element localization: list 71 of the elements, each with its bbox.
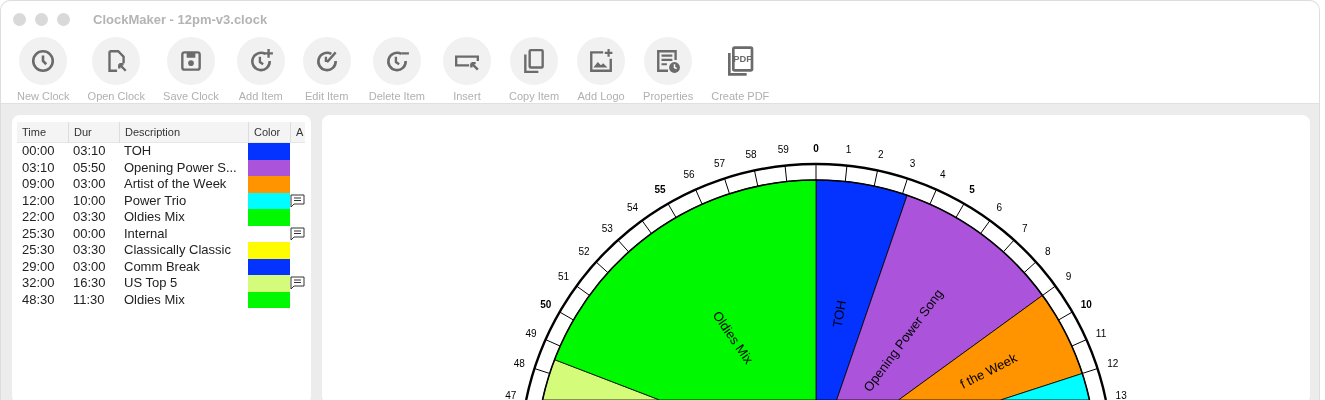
minute-label: 10 [1080, 298, 1092, 310]
clock-segment[interactable] [1000, 373, 1090, 400]
description-cell-text: Internal [123, 225, 169, 242]
minute-label: 48 [513, 358, 525, 370]
minute-label: 3 [909, 157, 916, 169]
description-cell-text: Opening Power S... [123, 159, 238, 176]
time-cell-text: 03:10 [21, 159, 56, 176]
minute-label: 8 [1045, 245, 1051, 257]
minute-label: 53 [601, 222, 613, 234]
minute-label: 11 [1095, 327, 1107, 339]
minute-label: 58 [745, 149, 757, 161]
copy-icon [521, 48, 547, 74]
window-title: ClockMaker - 12pm-v3.clock [93, 11, 268, 27]
time-cell-text: 32:00 [21, 275, 56, 292]
minute-label: 49 [525, 327, 537, 339]
minute-label: 55 [654, 184, 666, 196]
time-cell-text: 22:00 [21, 209, 56, 226]
clock-segment[interactable] [554, 179, 817, 400]
image-plus-icon [588, 48, 615, 74]
minute-label: 13 [1115, 389, 1127, 400]
duration-cell-text: 03:00 [72, 176, 107, 193]
description-cell-text: Artist of the Week [123, 176, 228, 193]
minute-label: 5 [969, 184, 975, 196]
time-cell-text: 48:30 [21, 291, 56, 308]
column-header[interactable]: Color [248, 122, 290, 143]
minute-label: 0 [813, 142, 819, 154]
minute-label: 57 [714, 157, 726, 169]
time-cell-text: 25:30 [21, 225, 56, 242]
description-cell-text: Oldies Mix [123, 291, 186, 308]
minute-label: 6 [996, 202, 1003, 214]
time-cell-text: 00:00 [21, 143, 56, 160]
time-cell-text: 09:00 [21, 176, 56, 193]
minute-label: 52 [578, 245, 590, 257]
minute-label: 2 [878, 149, 884, 161]
time-cell-text: 25:30 [21, 242, 56, 259]
minute-label: 47 [505, 389, 517, 400]
minute-label: 7 [1022, 222, 1028, 234]
description-cell-text: Oldies Mix [123, 209, 186, 226]
segment-label: TOH [829, 299, 849, 329]
clock-icon [30, 48, 57, 74]
description-cell-text: US Top 5 [123, 275, 179, 292]
duration-cell-text: 05:50 [72, 159, 107, 176]
description-cell-text: Classically Classic [123, 242, 232, 259]
column-header[interactable]: Dur [68, 122, 119, 143]
minute-label: 4 [940, 169, 946, 181]
description-cell-text: Comm Break [123, 258, 201, 275]
duration-cell-text: 10:00 [72, 192, 107, 209]
description-cell-text: TOH [123, 143, 153, 160]
minute-label: 59 [777, 144, 789, 156]
minute-label: 50 [540, 298, 552, 310]
duration-cell-text: 00:00 [72, 225, 107, 242]
duration-cell-text: 03:10 [72, 143, 107, 160]
minute-label: 51 [558, 271, 570, 283]
column-header[interactable]: Description [119, 122, 248, 143]
column-header[interactable]: A [290, 122, 305, 143]
duration-cell-text: 03:00 [72, 258, 107, 275]
minute-label: 9 [1065, 271, 1072, 283]
description-cell-text: Power Trio [123, 192, 188, 209]
time-cell-text: 29:00 [21, 258, 56, 275]
duration-cell-text: 03:30 [72, 209, 107, 226]
minute-label: 12 [1107, 358, 1119, 370]
duration-cell-text: 03:30 [72, 242, 107, 259]
duration-cell-text: 16:30 [72, 275, 107, 292]
minute-label: 54 [627, 202, 639, 214]
minute-label: 56 [683, 169, 695, 181]
duration-cell-text: 11:30 [72, 291, 106, 308]
column-header[interactable]: Time [17, 122, 68, 143]
time-cell-text: 12:00 [21, 192, 56, 209]
properties-icon [655, 48, 682, 74]
segment-label: f the Week [957, 350, 1020, 392]
minute-label: 1 [845, 144, 852, 156]
